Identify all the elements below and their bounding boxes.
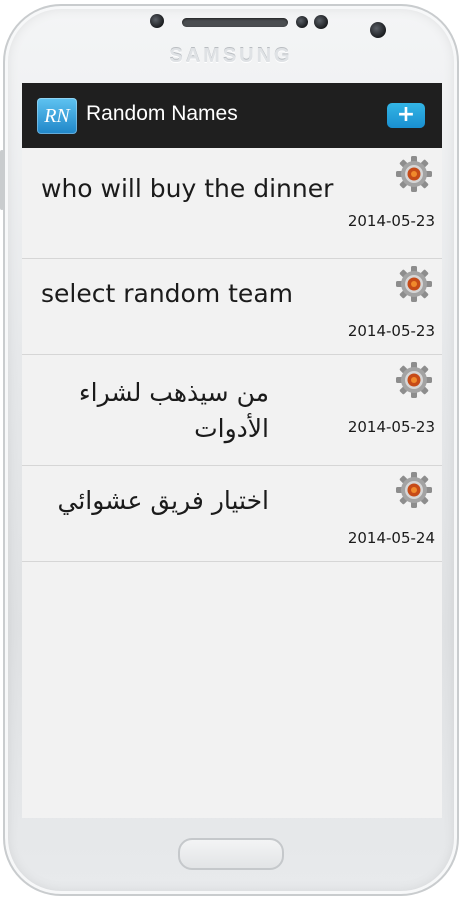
gear-icon[interactable] bbox=[394, 154, 434, 194]
volume-button bbox=[0, 150, 4, 210]
list-item-date: 2014-05-23 bbox=[347, 418, 435, 436]
gear-icon[interactable] bbox=[394, 264, 434, 304]
list-item[interactable]: اختيار فريق عشوائي 2014-05-24 bbox=[22, 466, 442, 562]
device-brand: SAMSUNG bbox=[169, 45, 293, 67]
earpiece-speaker bbox=[182, 18, 288, 27]
gear-icon[interactable] bbox=[394, 470, 434, 510]
sensor-dot bbox=[314, 15, 328, 29]
home-button[interactable] bbox=[178, 838, 284, 870]
add-button[interactable]: + bbox=[387, 103, 425, 128]
list-item-title: select random team bbox=[41, 279, 293, 308]
list-item[interactable]: من سيذهب لشراء الأدوات 2014-05-23 bbox=[22, 355, 442, 466]
action-bar: RN Random Names + bbox=[22, 83, 442, 148]
list-item-title: who will buy the dinner bbox=[41, 174, 334, 203]
app-logo[interactable]: RN bbox=[37, 98, 77, 134]
list-item-date: 2014-05-23 bbox=[347, 212, 435, 230]
sensor-dot bbox=[150, 14, 164, 28]
sensor-dot bbox=[296, 16, 308, 28]
list-item[interactable]: who will buy the dinner 2014-05-23 bbox=[22, 148, 442, 259]
list-item-date: 2014-05-23 bbox=[347, 322, 435, 340]
front-camera bbox=[370, 22, 386, 38]
gear-icon[interactable] bbox=[394, 360, 434, 400]
app-title: Random Names bbox=[86, 102, 238, 125]
list-item-date: 2014-05-24 bbox=[347, 529, 435, 547]
list-item-title: اختيار فريق عشوائي bbox=[57, 486, 270, 515]
names-list: who will buy the dinner 2014-05-23 selec… bbox=[22, 148, 442, 562]
list-item-title: من سيذهب لشراء الأدوات bbox=[78, 378, 269, 443]
app-screen: RN Random Names + who will buy the dinne… bbox=[22, 83, 442, 818]
list-item[interactable]: select random team 2014-05-23 bbox=[22, 259, 442, 355]
